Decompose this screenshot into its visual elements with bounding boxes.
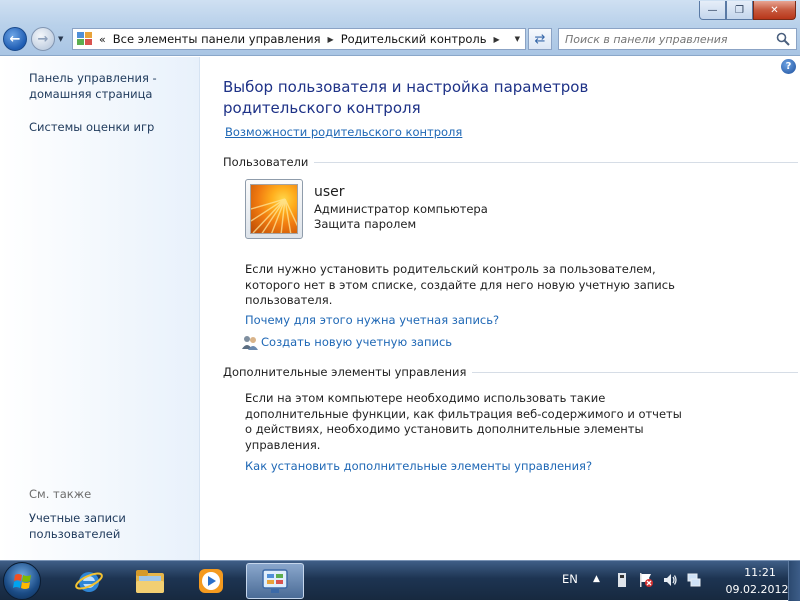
show-hidden-icons-icon[interactable]: ▲	[593, 574, 600, 584]
action-center-flag-icon[interactable]	[638, 572, 654, 588]
sidebar-item-label: домашняя страница	[29, 87, 153, 101]
taskbar-control-panel[interactable]	[246, 563, 304, 599]
create-account-row[interactable]: Создать новую учетную запись	[242, 334, 452, 350]
paragraph-line: которого нет в этом списке, создайте для…	[245, 277, 675, 292]
search-box[interactable]	[558, 28, 797, 50]
usb-device-icon[interactable]	[614, 572, 630, 588]
explorer-folder-icon	[136, 570, 164, 593]
show-desktop-button[interactable]	[788, 561, 800, 601]
section-divider	[314, 161, 798, 163]
paragraph-line: дополнительные функции, как фильтрация в…	[245, 406, 682, 421]
refresh-icon: ⇄	[534, 31, 546, 47]
page-title: Выбор пользователя и настройка параметро…	[223, 77, 603, 119]
forward-arrow-icon: →	[37, 31, 49, 47]
page-title-line: Выбор пользователя и настройка параметро…	[223, 78, 589, 96]
page-title-line: родительского контроля	[223, 99, 421, 117]
language-indicator[interactable]: EN	[562, 572, 578, 586]
address-bar[interactable]: « Все элементы панели управления ▶ Родит…	[72, 28, 526, 50]
section-divider	[472, 371, 798, 373]
search-icon[interactable]	[776, 32, 790, 46]
parental-control-features-link[interactable]: Возможности родительского контроля	[225, 125, 462, 139]
control-panel-icon	[76, 31, 94, 47]
user-name[interactable]: user	[314, 184, 345, 200]
why-account-link[interactable]: Почему для этого нужна учетная запись?	[245, 313, 499, 327]
breadcrumb-separator-icon[interactable]: ▶	[494, 35, 500, 44]
users-section-header: Пользователи	[223, 155, 798, 169]
paragraph-line: Если нужно установить родительский контр…	[245, 262, 656, 276]
user-password-status: Защита паролем	[314, 217, 417, 231]
clock-date[interactable]: 09.02.2012	[722, 583, 792, 596]
content-pane: ? Выбор пользователя и настройка парамет…	[201, 57, 800, 560]
start-button[interactable]	[3, 562, 41, 600]
internet-explorer-icon	[75, 572, 103, 592]
paragraph-line: пользователя.	[245, 293, 333, 307]
user-account-tile[interactable]	[245, 179, 303, 239]
back-button[interactable]: ←	[3, 27, 27, 51]
back-arrow-icon: ←	[9, 31, 21, 47]
recent-pages-dropdown[interactable]: ▼	[58, 35, 63, 43]
breadcrumb-overflow-chevron[interactable]: «	[99, 33, 106, 46]
breadcrumb-separator-icon[interactable]: ▶	[328, 35, 334, 44]
user-avatar	[250, 184, 298, 234]
taskbar-explorer[interactable]	[121, 563, 179, 599]
network-icon[interactable]	[686, 572, 702, 588]
info-paragraph: Если нужно установить родительский контр…	[245, 262, 675, 309]
taskbar-media-player[interactable]	[182, 563, 240, 599]
control-panel-icon	[262, 569, 288, 593]
help-icon[interactable]: ?	[781, 59, 796, 74]
install-controls-link[interactable]: Как установить дополнительные элементы у…	[245, 459, 592, 473]
refresh-button[interactable]: ⇄	[528, 28, 552, 50]
caption-buttons: — ❐ ✕	[699, 1, 796, 20]
clock-time[interactable]: 11:21	[730, 566, 790, 579]
paragraph-line: о действиях, необходимо установить допол…	[245, 422, 644, 436]
address-history-dropdown-icon[interactable]: ▼	[515, 35, 520, 43]
sidebar-item-control-panel-home[interactable]: Панель управления - домашняя страница	[29, 70, 157, 102]
breadcrumb-item-parental-control[interactable]: Родительский контроль	[341, 32, 487, 46]
sidebar-item-game-ratings[interactable]: Системы оценки игр	[29, 119, 154, 135]
minimize-button[interactable]: —	[699, 1, 726, 20]
sidebar-item-label: Панель управления -	[29, 71, 157, 85]
paragraph-line: управления.	[245, 437, 321, 452]
search-input[interactable]	[559, 32, 769, 46]
users-icon	[242, 336, 258, 350]
navigation-pane: Панель управления - домашняя страница Си…	[0, 57, 200, 560]
window-titlebar: — ❐ ✕ ← → ▼ « Все элементы панели управл…	[0, 0, 800, 56]
system-tray: EN ▲ 11:21 09.02.2012	[555, 561, 800, 601]
volume-icon[interactable]	[662, 572, 678, 588]
section-title: Дополнительные элементы управления	[223, 365, 467, 379]
paragraph-line: Если на этом компьютере необходимо испол…	[245, 391, 606, 405]
sidebar-item-label: пользователей	[29, 527, 121, 541]
taskbar-internet-explorer[interactable]	[60, 563, 118, 599]
section-title: Пользователи	[223, 155, 309, 169]
breadcrumb: « Все элементы панели управления ▶ Родит…	[94, 32, 507, 46]
user-role: Администратор компьютера	[314, 202, 488, 216]
create-account-link[interactable]: Создать новую учетную запись	[261, 335, 452, 349]
extra-controls-section-header: Дополнительные элементы управления	[223, 365, 798, 379]
sidebar-item-user-accounts[interactable]: Учетные записи пользователей	[29, 510, 126, 542]
maximize-button[interactable]: ❐	[726, 1, 753, 20]
windows-logo-icon	[13, 574, 31, 589]
media-player-icon	[199, 569, 223, 593]
see-also-heading: См. также	[29, 487, 92, 501]
close-button[interactable]: ✕	[753, 1, 796, 20]
taskbar: EN ▲ 11:21 09.02.2012	[0, 560, 800, 601]
sidebar-item-label: Системы оценки игр	[29, 120, 155, 134]
forward-button[interactable]: →	[31, 27, 55, 51]
extra-controls-paragraph: Если на этом компьютере необходимо испол…	[245, 391, 682, 453]
sidebar-item-label: Учетные записи	[29, 511, 126, 525]
breadcrumb-item-all-control-panel[interactable]: Все элементы панели управления	[113, 32, 321, 46]
